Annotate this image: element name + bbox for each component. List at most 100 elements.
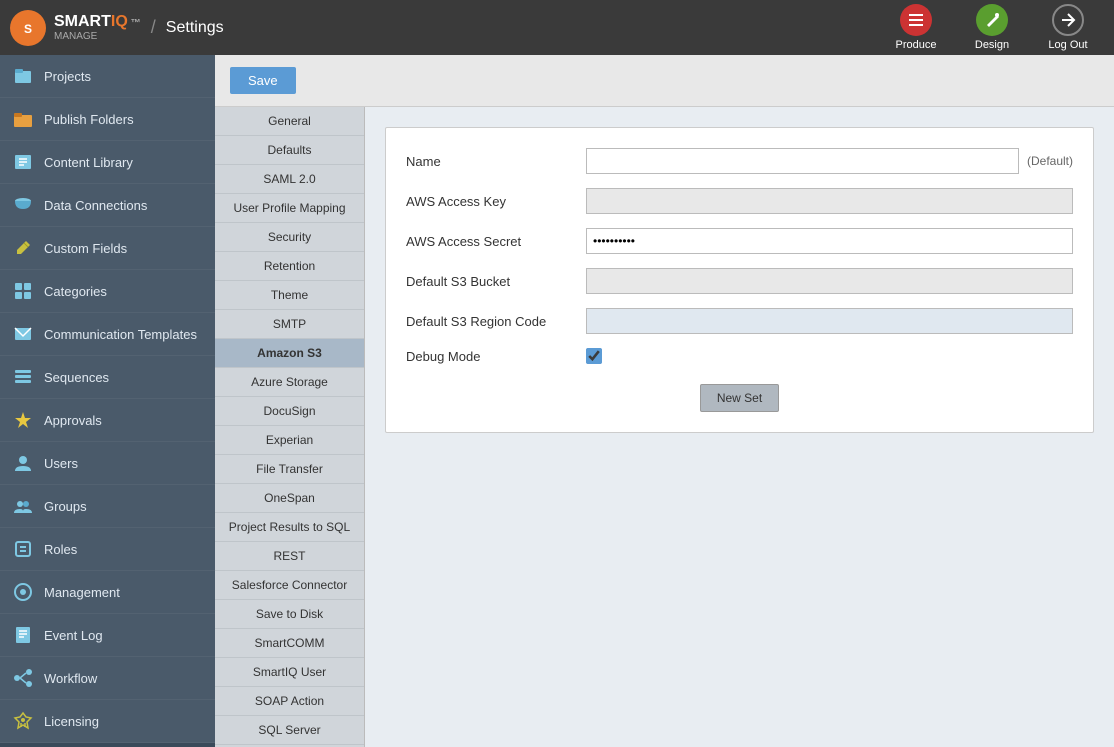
aws-access-key-input[interactable]	[586, 188, 1073, 214]
name-input[interactable]	[586, 148, 1019, 174]
groups-icon	[12, 495, 34, 517]
content-body: General Defaults SAML 2.0 User Profile M…	[215, 107, 1114, 747]
aws-access-secret-input[interactable]	[586, 228, 1073, 254]
content-area: Save General Defaults SAML 2.0 User Prof…	[215, 55, 1114, 747]
settings-nav-security[interactable]: Security	[215, 223, 364, 252]
settings-nav-defaults[interactable]: Defaults	[215, 136, 364, 165]
sidebar-item-projects[interactable]: Projects	[0, 55, 215, 98]
settings-nav-user-profile-mapping[interactable]: User Profile Mapping	[215, 194, 364, 223]
topbar: S SMARTIQ™ MANAGE / Settings Produce Des…	[0, 0, 1114, 55]
form-row-aws-access-key: AWS Access Key	[406, 188, 1073, 214]
settings-nav-soap-action[interactable]: SOAP Action	[215, 687, 364, 716]
settings-nav-general[interactable]: General	[215, 107, 364, 136]
settings-nav-onespan[interactable]: OneSpan	[215, 484, 364, 513]
sidebar-item-custom-fields[interactable]: Custom Fields	[0, 227, 215, 270]
data-connections-icon	[12, 194, 34, 216]
sidebar-item-content-library[interactable]: Content Library	[0, 141, 215, 184]
sidebar-item-groups[interactable]: Groups	[0, 485, 215, 528]
sidebar-item-label: Categories	[44, 284, 107, 299]
settings-nav-file-transfer[interactable]: File Transfer	[215, 455, 364, 484]
default-s3-bucket-input[interactable]	[586, 268, 1073, 294]
sidebar-item-label: Sequences	[44, 370, 109, 385]
custom-fields-icon	[12, 237, 34, 259]
sidebar-item-users[interactable]: Users	[0, 442, 215, 485]
settings-nav-smartiq-user[interactable]: SmartIQ User	[215, 658, 364, 687]
categories-icon	[12, 280, 34, 302]
logo-icon: S	[10, 10, 46, 46]
logout-icon	[1052, 4, 1084, 36]
settings-nav-rest[interactable]: REST	[215, 542, 364, 571]
field-label-default-s3-region-code: Default S3 Region Code	[406, 314, 586, 329]
sidebar-item-label: Content Library	[44, 155, 133, 170]
produce-button[interactable]: Produce	[880, 0, 952, 55]
settings-nav-docusign[interactable]: DocuSign	[215, 397, 364, 426]
settings-nav-save-to-disk[interactable]: Save to Disk	[215, 600, 364, 629]
settings-nav-smartcomm[interactable]: SmartCOMM	[215, 629, 364, 658]
settings-nav-experian[interactable]: Experian	[215, 426, 364, 455]
workflow-icon	[12, 667, 34, 689]
field-label-aws-access-key: AWS Access Key	[406, 194, 586, 209]
settings-nav-project-results-to-sql[interactable]: Project Results to SQL	[215, 513, 364, 542]
logo-text: SMARTIQ™ MANAGE	[54, 13, 141, 42]
sidebar-item-label: Users	[44, 456, 78, 471]
main-layout: Projects Publish Folders Content Library…	[0, 55, 1114, 747]
form-row-default-s3-region-code: Default S3 Region Code	[406, 308, 1073, 334]
sidebar-item-roles[interactable]: Roles	[0, 528, 215, 571]
roles-icon	[12, 538, 34, 560]
users-icon	[12, 452, 34, 474]
settings-nav-saml[interactable]: SAML 2.0	[215, 165, 364, 194]
approvals-icon	[12, 409, 34, 431]
default-label: (Default)	[1027, 154, 1073, 168]
svg-text:S: S	[24, 22, 32, 36]
sidebar-item-communication-templates[interactable]: Communication Templates	[0, 313, 215, 356]
new-set-container: New Set	[406, 384, 1073, 412]
sidebar-item-categories[interactable]: Categories	[0, 270, 215, 313]
settings-nav-smtp[interactable]: SMTP	[215, 310, 364, 339]
settings-panel: Name (Default) AWS Access Key AWS Access	[365, 107, 1114, 747]
sequences-icon	[12, 366, 34, 388]
field-label-name: Name	[406, 154, 586, 169]
event-log-icon	[12, 624, 34, 646]
design-button[interactable]: Design	[956, 0, 1028, 55]
sidebar-item-data-connections[interactable]: Data Connections	[0, 184, 215, 227]
communication-templates-icon	[12, 323, 34, 345]
sidebar-item-label: Publish Folders	[44, 112, 134, 127]
sidebar-item-publish-folders[interactable]: Publish Folders	[0, 98, 215, 141]
sidebar-item-label: Approvals	[44, 413, 102, 428]
sidebar-item-label: Groups	[44, 499, 87, 514]
settings-nav: General Defaults SAML 2.0 User Profile M…	[215, 107, 365, 747]
design-icon	[976, 4, 1008, 36]
sidebar-item-label: Workflow	[44, 671, 97, 686]
topbar-actions: Produce Design Log Out	[880, 0, 1104, 55]
sidebar-item-management[interactable]: Management	[0, 571, 215, 614]
default-s3-region-code-input[interactable]	[586, 308, 1073, 334]
sidebar-item-sequences[interactable]: Sequences	[0, 356, 215, 399]
field-label-aws-access-secret: AWS Access Secret	[406, 234, 586, 249]
settings-nav-retention[interactable]: Retention	[215, 252, 364, 281]
settings-nav-amazon-s3[interactable]: Amazon S3	[215, 339, 364, 368]
topbar-page-title: Settings	[166, 19, 224, 37]
sidebar-item-settings[interactable]: Settings	[0, 743, 215, 747]
settings-nav-azure-storage[interactable]: Azure Storage	[215, 368, 364, 397]
logout-button[interactable]: Log Out	[1032, 0, 1104, 55]
sidebar-item-label: Custom Fields	[44, 241, 127, 256]
sidebar-item-licensing[interactable]: Licensing	[0, 700, 215, 743]
sidebar-item-label: Data Connections	[44, 198, 147, 213]
sidebar: Projects Publish Folders Content Library…	[0, 55, 215, 747]
sidebar-item-label: Communication Templates	[44, 327, 197, 342]
sidebar-item-event-log[interactable]: Event Log	[0, 614, 215, 657]
settings-nav-sql-server[interactable]: SQL Server	[215, 716, 364, 745]
form-row-default-s3-bucket: Default S3 Bucket	[406, 268, 1073, 294]
debug-mode-checkbox[interactable]	[586, 348, 602, 364]
new-set-button[interactable]: New Set	[700, 384, 779, 412]
settings-nav-theme[interactable]: Theme	[215, 281, 364, 310]
sidebar-item-label: Projects	[44, 69, 91, 84]
logo: S SMARTIQ™ MANAGE	[10, 10, 141, 46]
sidebar-item-approvals[interactable]: Approvals	[0, 399, 215, 442]
sidebar-item-workflow[interactable]: Workflow	[0, 657, 215, 700]
save-button[interactable]: Save	[230, 67, 296, 94]
settings-nav-salesforce-connector[interactable]: Salesforce Connector	[215, 571, 364, 600]
amazon-s3-form: Name (Default) AWS Access Key AWS Access	[385, 127, 1094, 433]
form-row-debug-mode: Debug Mode	[406, 348, 1073, 364]
sidebar-item-label: Licensing	[44, 714, 99, 729]
